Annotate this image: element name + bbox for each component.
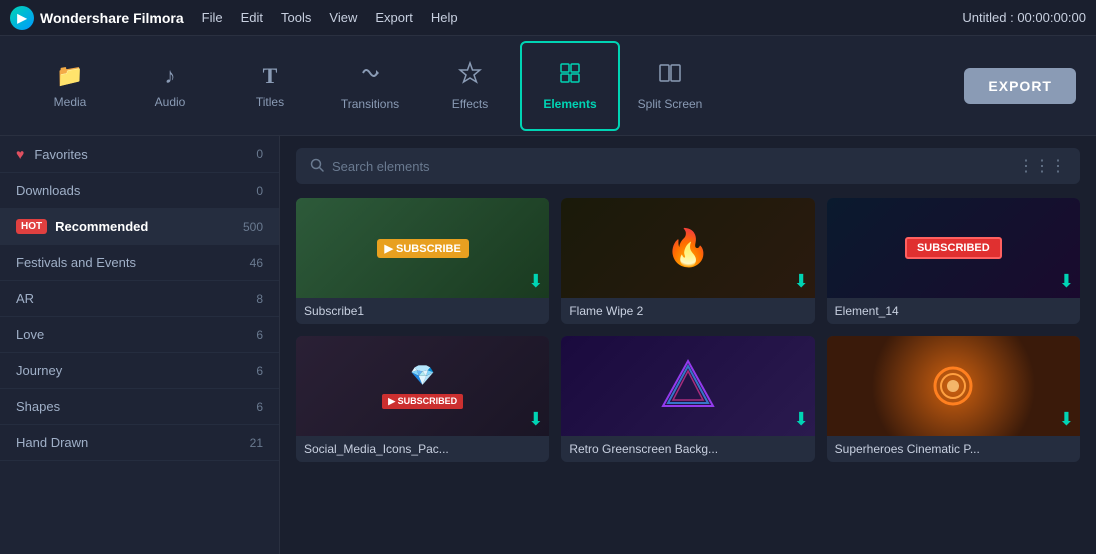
element-name-superheroes: Superheroes Cinematic P...	[827, 436, 1080, 462]
download-icon-superheroes: ⬇	[1059, 409, 1074, 430]
tool-transitions-label: Transitions	[341, 97, 399, 111]
titles-icon: T	[263, 63, 278, 89]
tool-titles[interactable]: T Titles	[220, 41, 320, 131]
sidebar-label-favorites: Favorites	[34, 147, 256, 162]
tool-split-screen[interactable]: Split Screen	[620, 41, 720, 131]
tool-media-label: Media	[54, 95, 87, 109]
sidebar-label-festivals: Festivals and Events	[16, 255, 250, 270]
element-name-element14: Element_14	[827, 298, 1080, 324]
element-name-subscribe1: Subscribe1	[296, 298, 549, 324]
app-name: Wondershare Filmora	[40, 10, 184, 26]
menu-file[interactable]: File	[202, 10, 223, 25]
tool-audio-label: Audio	[155, 95, 186, 109]
menu-view[interactable]: View	[329, 10, 357, 25]
sidebar-count-ar: 8	[256, 292, 263, 306]
sidebar-label-ar: AR	[16, 291, 256, 306]
sidebar-item-downloads[interactable]: Downloads 0	[0, 173, 279, 209]
element-card-retro[interactable]: ⬇ Retro Greenscreen Backg...	[561, 336, 814, 462]
element-thumb-retro: ⬇	[561, 336, 814, 436]
element-thumb-flame-wipe: 🔥 ⬇	[561, 198, 814, 298]
menu-tools[interactable]: Tools	[281, 10, 311, 25]
tool-elements-label: Elements	[543, 97, 596, 111]
element-card-social-media[interactable]: 💎 ▶ SUBSCRIBED ⬇ Social_Media_Icons_Pac.…	[296, 336, 549, 462]
sidebar-item-journey[interactable]: Journey 6	[0, 353, 279, 389]
element-card-subscribe1[interactable]: ▶ SUBSCRIBE ⬇ Subscribe1	[296, 198, 549, 324]
tool-transitions[interactable]: Transitions	[320, 41, 420, 131]
hot-badge: HOT	[16, 219, 47, 234]
sidebar-count-festivals: 46	[250, 256, 263, 270]
download-icon-element14: ⬇	[1059, 271, 1074, 292]
menu-help[interactable]: Help	[431, 10, 458, 25]
sidebar-item-shapes[interactable]: Shapes 6	[0, 389, 279, 425]
sidebar-count-hand-drawn: 21	[250, 436, 263, 450]
effects-icon	[458, 61, 482, 91]
transitions-icon	[358, 61, 382, 91]
window-title: Untitled : 00:00:00:00	[962, 10, 1086, 25]
sidebar-collapse-arrow[interactable]: ◀	[279, 330, 280, 360]
element-thumb-element14: SUBSCRIBED ⬇	[827, 198, 1080, 298]
element-card-superheroes[interactable]: ⬇ Superheroes Cinematic P...	[827, 336, 1080, 462]
sidebar: ♥ Favorites 0 Downloads 0 HOT Recommende…	[0, 136, 280, 554]
sidebar-count-recommended: 500	[243, 220, 263, 234]
download-icon-social-media: ⬇	[528, 409, 543, 430]
sidebar-item-favorites[interactable]: ♥ Favorites 0	[0, 136, 279, 173]
sidebar-label-hand-drawn: Hand Drawn	[16, 435, 250, 450]
sidebar-label-journey: Journey	[16, 363, 256, 378]
tool-split-screen-label: Split Screen	[638, 97, 703, 111]
media-icon: 📁	[56, 63, 83, 89]
export-button[interactable]: EXPORT	[964, 68, 1076, 104]
sidebar-item-ar[interactable]: AR 8	[0, 281, 279, 317]
toolbar: 📁 Media ♪ Audio T Titles Transitions Eff…	[0, 36, 1096, 136]
tool-effects-label: Effects	[452, 97, 488, 111]
tool-audio[interactable]: ♪ Audio	[120, 41, 220, 131]
element-card-element14[interactable]: SUBSCRIBED ⬇ Element_14	[827, 198, 1080, 324]
tool-elements[interactable]: Elements	[520, 41, 620, 131]
sidebar-item-recommended[interactable]: HOT Recommended 500	[0, 209, 279, 245]
sidebar-item-festivals[interactable]: Festivals and Events 46	[0, 245, 279, 281]
download-icon-subscribe1: ⬇	[528, 271, 543, 292]
audio-icon: ♪	[165, 63, 176, 89]
element-thumb-social-media: 💎 ▶ SUBSCRIBED ⬇	[296, 336, 549, 436]
split-screen-icon	[658, 61, 682, 91]
element-name-social-media: Social_Media_Icons_Pac...	[296, 436, 549, 462]
element-name-flame-wipe: Flame Wipe 2	[561, 298, 814, 324]
element-thumb-subscribe1: ▶ SUBSCRIBE ⬇	[296, 198, 549, 298]
sidebar-count-journey: 6	[256, 364, 263, 378]
sidebar-count-shapes: 6	[256, 400, 263, 414]
grid-view-icon[interactable]: ⋮⋮⋮	[1018, 156, 1066, 176]
element-thumb-superheroes: ⬇	[827, 336, 1080, 436]
sidebar-label-love: Love	[16, 327, 256, 342]
sidebar-count-love: 6	[256, 328, 263, 342]
sidebar-item-hand-drawn[interactable]: Hand Drawn 21	[0, 425, 279, 461]
app-logo-icon: ▶	[10, 6, 34, 30]
menu-bar: ▶ Wondershare Filmora File Edit Tools Vi…	[0, 0, 1096, 36]
elements-grid: ▶ SUBSCRIBE ⬇ Subscribe1 🔥 ⬇ Flame Wipe …	[296, 198, 1080, 462]
content-area: ⋮⋮⋮ ▶ SUBSCRIBE ⬇ Subscribe1 🔥	[280, 136, 1096, 554]
sidebar-count-downloads: 0	[256, 184, 263, 198]
menu-items: File Edit Tools View Export Help	[202, 10, 458, 25]
menu-export[interactable]: Export	[375, 10, 413, 25]
tool-titles-label: Titles	[256, 95, 284, 109]
menu-edit[interactable]: Edit	[241, 10, 263, 25]
search-bar: ⋮⋮⋮	[296, 148, 1080, 184]
element-card-flame-wipe[interactable]: 🔥 ⬇ Flame Wipe 2	[561, 198, 814, 324]
search-input[interactable]	[332, 159, 1010, 174]
tool-media[interactable]: 📁 Media	[20, 41, 120, 131]
tool-effects[interactable]: Effects	[420, 41, 520, 131]
heart-icon: ♥	[16, 146, 24, 162]
element-name-retro: Retro Greenscreen Backg...	[561, 436, 814, 462]
sidebar-item-love[interactable]: Love 6	[0, 317, 279, 353]
download-icon-flame-wipe: ⬇	[794, 271, 809, 292]
app-logo: ▶ Wondershare Filmora	[10, 6, 184, 30]
sidebar-label-downloads: Downloads	[16, 183, 256, 198]
elements-icon	[558, 61, 582, 91]
download-icon-retro: ⬇	[794, 409, 809, 430]
sidebar-count-favorites: 0	[256, 147, 263, 161]
search-icon	[310, 158, 324, 175]
sidebar-label-shapes: Shapes	[16, 399, 256, 414]
main-content: ♥ Favorites 0 Downloads 0 HOT Recommende…	[0, 136, 1096, 554]
sidebar-label-recommended: Recommended	[55, 219, 243, 234]
